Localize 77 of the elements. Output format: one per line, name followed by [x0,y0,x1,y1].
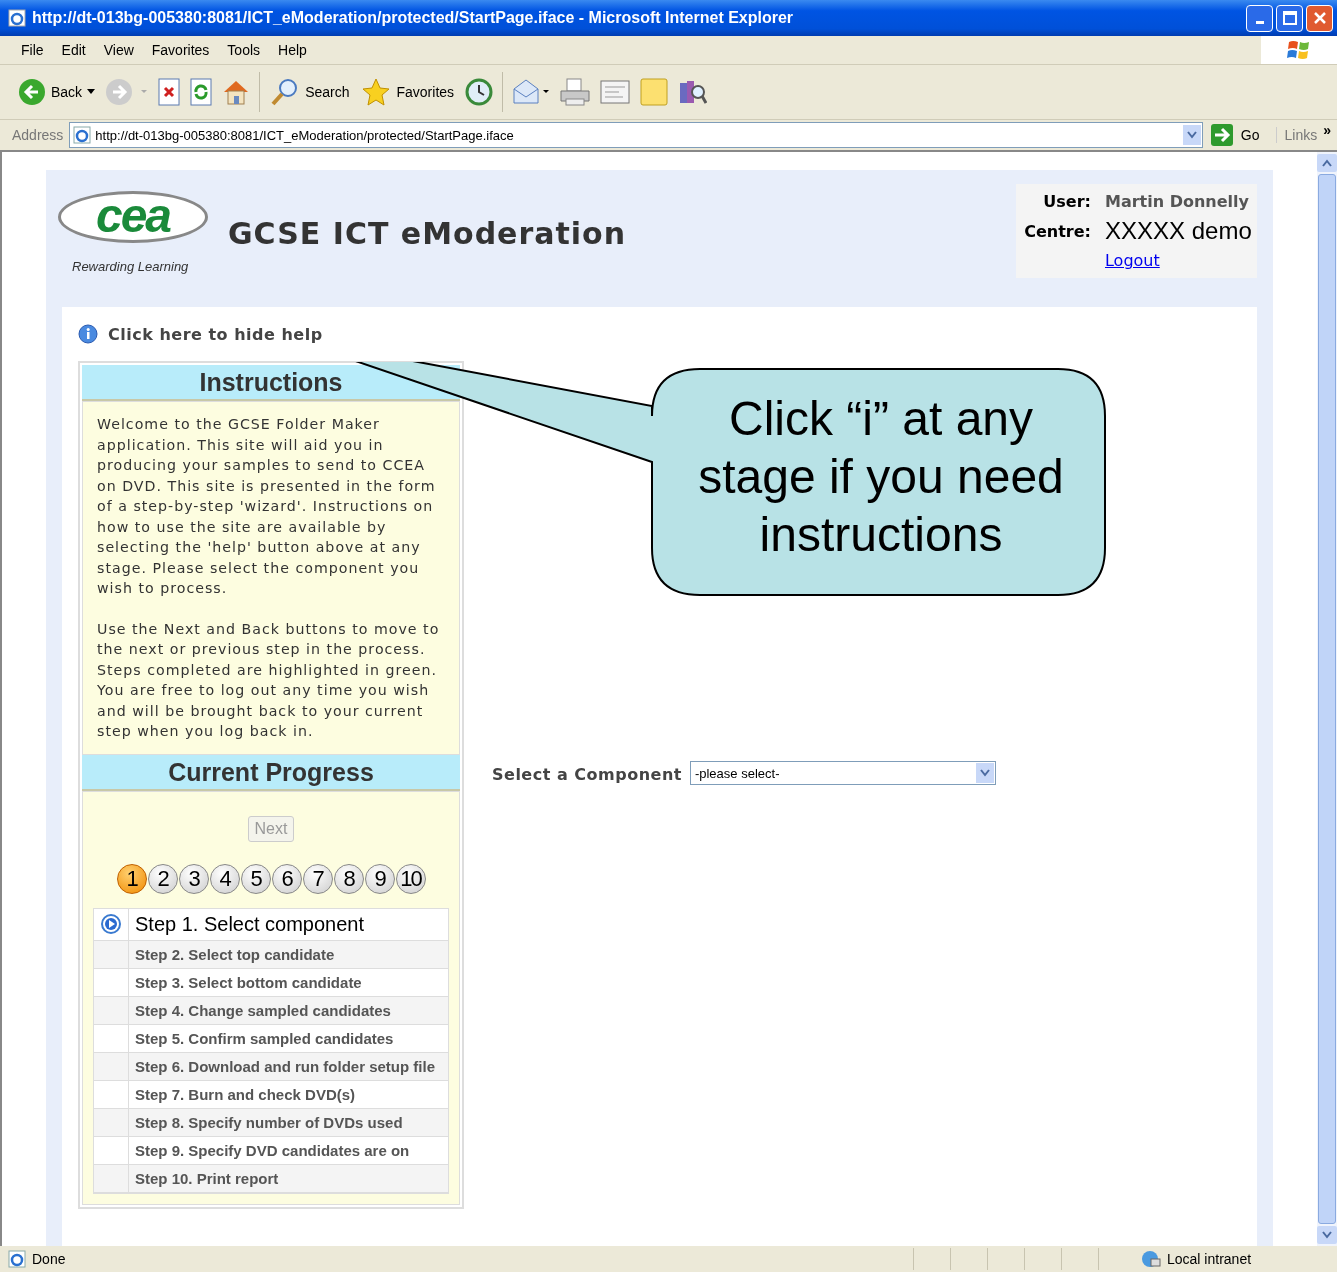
step-number: 9 [364,863,395,894]
progress-heading: Current Progress [82,754,460,791]
step-row: Step 9. Specify DVD candidates are on [94,1136,448,1165]
search-button[interactable]: Search [268,77,352,107]
menu-item[interactable]: File [12,42,53,58]
close-icon [1312,11,1327,25]
menu-item[interactable]: View [94,42,143,58]
links-label[interactable]: Links [1275,127,1318,143]
more-chevron[interactable]: » [1323,122,1331,138]
step-number: 10 [395,863,426,894]
step-row: Step 7. Burn and check DVD(s) [94,1080,448,1109]
current-step-icon [101,914,121,934]
step-row: Step 5. Confirm sampled candidates [94,1024,448,1053]
instructions-text: Welcome to the GCSE Folder Maker application. This site will aid you in producing your samples to send to CCEA on DVD. This site is presented in the form of a step-by-step 'wizard'. Instructions on how to use the site are available by selecting the 'help' button above at any stage. Please select the component you wish to process. [97,415,437,598]
centre-label: Centre: [1024,221,1091,241]
step-number: 2 [147,863,178,894]
go-button[interactable]: Go [1208,124,1270,146]
address-label: Address [12,127,64,143]
centre-name: XXXXX demo [1105,217,1253,245]
step-number: 1 [116,863,147,894]
step-row: Step 3. Select bottom candidate [94,968,448,997]
minimize-icon [1255,20,1264,24]
instructions-text: Use the Next and Back buttons to move to the next or previous step in the process. Steps completed are highlighted in green. You are free to log out any time you wish and will be brought back to your current step when you log back in. [97,619,441,741]
minimize-button[interactable] [1246,4,1273,32]
window-title: http://dt-013bg-005380:8081/ICT_eModeration/protected/StartPage.iface - Microsoft Internet Explorer [32,9,795,27]
mail-icon[interactable] [511,77,552,107]
menu-item[interactable]: Help [269,42,316,58]
step-row: Step 2. Select top candidate [94,940,448,969]
step-row: Step 10. Print report [94,1164,448,1193]
caret-icon [87,89,96,95]
step-row: Step 4. Change sampled candidates [94,996,448,1025]
user-name: Martin Donnelly [1105,192,1249,211]
component-label: Select a Component [492,765,682,784]
maximize-button[interactable] [1276,4,1303,32]
app-title: GCSE ICT eModeration [228,216,627,251]
menu-item[interactable]: Favorites [142,42,219,58]
step-number: 5 [240,863,271,894]
back-button[interactable]: Back [16,78,98,106]
menu-item[interactable]: Tools [218,42,270,58]
menu-item[interactable]: Edit [52,42,95,58]
step-number: 7 [302,863,333,894]
scrollbar[interactable] [1317,152,1337,1246]
edit-icon[interactable] [599,77,632,107]
step-number: 4 [209,863,240,894]
step-number: 3 [178,863,209,894]
windows-logo-icon [1287,39,1311,61]
address-field[interactable]: http://dt-013bg-005380:8081/ICT_eModeration/protected/StartPage.iface [69,122,1203,148]
step-number: 8 [333,863,364,894]
scroll-up-icon [1322,159,1332,167]
step-row: Step 1. Select component [94,908,448,941]
go-arrow-icon [1210,124,1233,146]
logout-link[interactable]: Logout [1105,251,1249,270]
user-label: User: [1042,192,1091,211]
status-text: Done [32,1251,67,1267]
browser-icon [8,9,26,27]
step-row: Step 6. Download and run folder setup file [94,1052,448,1081]
star-icon [361,77,392,107]
page-icon [8,1250,26,1268]
step-row: Step 8. Specify number of DVDs used [94,1108,448,1137]
logo-tagline: Rewarding Learning [72,258,189,274]
callout-text: Click “i” at any stage if you need instructions [697,391,1065,563]
logo: cea [58,190,208,243]
history-icon[interactable] [464,77,495,107]
scroll-down-icon [1322,1231,1332,1239]
favorites-button[interactable]: Favorites [359,77,457,107]
page-icon [73,126,92,144]
stop-icon[interactable] [157,78,182,106]
info-icon[interactable] [78,324,98,344]
maximize-icon [1282,11,1297,25]
component-dropdown[interactable]: -please select- [689,761,996,785]
zone-text: Local intranet [1167,1251,1253,1267]
refresh-icon[interactable] [189,78,214,106]
hide-help-link[interactable]: Click here to hide help [108,324,323,344]
intranet-icon [1141,1250,1161,1268]
close-button[interactable] [1306,4,1333,32]
step-number: 6 [271,863,302,894]
printer-icon[interactable] [559,77,592,107]
